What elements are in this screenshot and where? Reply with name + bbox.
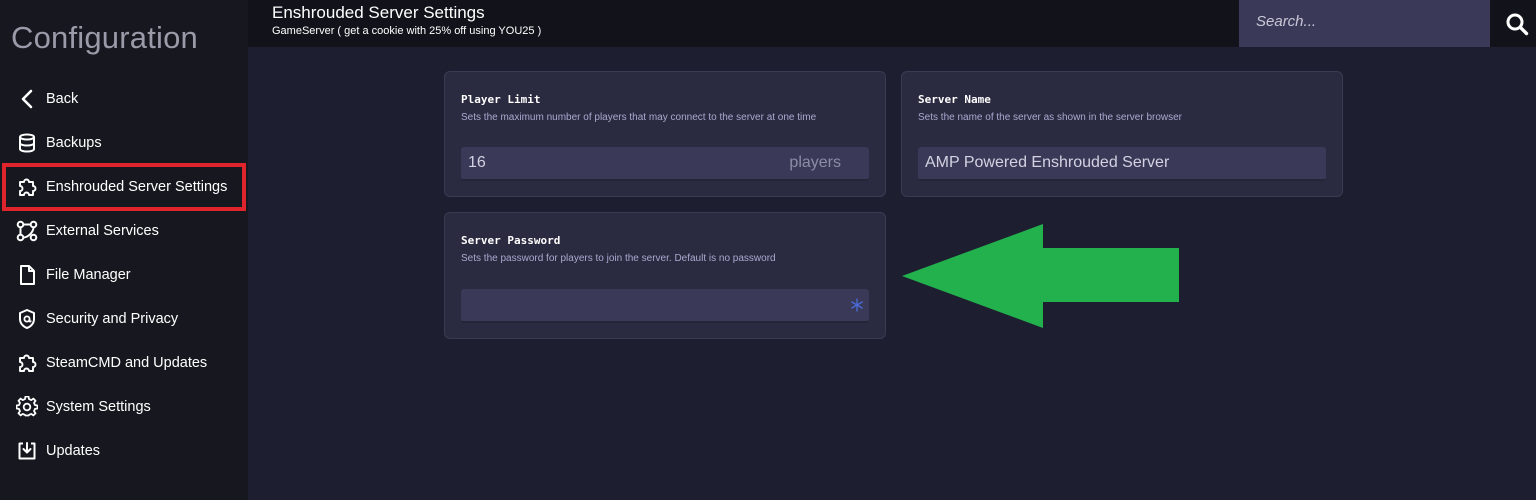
puzzle-icon <box>16 352 38 374</box>
sidebar-item-security-and-privacy[interactable]: Security and Privacy <box>0 297 248 341</box>
sidebar-item-label: Backups <box>46 135 102 151</box>
sidebar-item-label: Security and Privacy <box>46 311 179 327</box>
player-limit-value: 16 <box>468 154 486 171</box>
player-limit-field[interactable]: 16 players <box>461 147 869 181</box>
sidebar-item-backups[interactable]: Backups <box>0 121 248 165</box>
sidebar-item-label: Updates <box>46 443 101 459</box>
search-input[interactable] <box>1256 13 1473 30</box>
search-box <box>1239 0 1490 47</box>
page-title: Enshrouded Server Settings <box>272 3 485 22</box>
sidebar: Configuration Back Backups Enshrouded Se… <box>0 0 248 500</box>
sidebar-title: Configuration <box>11 20 198 55</box>
sidebar-item-label: External Services <box>46 223 159 239</box>
sidebar-item-enshrouded-server-settings[interactable]: Enshrouded Server Settings <box>2 163 246 211</box>
server-name-value: AMP Powered Enshrouded Server <box>925 154 1170 171</box>
app-root: Configuration Back Backups Enshrouded Se… <box>0 0 1536 500</box>
file-icon <box>16 264 38 286</box>
server-password-field[interactable] <box>461 289 869 323</box>
sidebar-item-external-services[interactable]: External Services <box>0 209 248 253</box>
setting-description: Sets the name of the server as shown in … <box>918 112 1183 123</box>
sidebar-item-label: Back <box>46 91 79 107</box>
setting-card-server-password: Server Password Sets the password for pl… <box>444 212 886 339</box>
setting-description: Sets the password for players to join th… <box>461 253 776 264</box>
gear-icon <box>16 396 38 418</box>
sidebar-item-label: File Manager <box>46 267 131 283</box>
git-branch-icon <box>16 220 38 242</box>
download-box-icon <box>16 440 38 462</box>
setting-title: Player Limit <box>461 93 541 106</box>
setting-card-player-limit: Player Limit Sets the maximum number of … <box>444 71 886 197</box>
sidebar-item-file-manager[interactable]: File Manager <box>0 253 248 297</box>
setting-description: Sets the maximum number of players that … <box>461 112 817 123</box>
settings-panel: Player Limit Sets the maximum number of … <box>248 47 1536 500</box>
setting-card-server-name: Server Name Sets the name of the server … <box>901 71 1343 197</box>
sidebar-item-label: System Settings <box>46 399 151 415</box>
search-button[interactable] <box>1498 0 1536 47</box>
sidebar-item-label: SteamCMD and Updates <box>46 355 208 371</box>
setting-title: Server Password <box>461 234 561 247</box>
chevron-left-icon <box>16 88 38 110</box>
search-icon <box>1506 13 1529 35</box>
annotation-arrow <box>902 224 1179 328</box>
shield-icon <box>16 308 38 330</box>
sidebar-item-updates[interactable]: Updates <box>0 429 248 473</box>
player-limit-unit: players <box>789 154 841 171</box>
database-icon <box>16 132 38 154</box>
setting-title: Server Name <box>918 93 991 106</box>
sidebar-item-back[interactable]: Back <box>0 77 248 121</box>
puzzle-icon <box>16 176 38 198</box>
header-bar: Enshrouded Server Settings GameServer ( … <box>248 0 1536 47</box>
page-subtitle: GameServer ( get a cookie with 25% off u… <box>272 25 542 37</box>
sidebar-item-steamcmd-and-updates[interactable]: SteamCMD and Updates <box>0 341 248 385</box>
sidebar-item-system-settings[interactable]: System Settings <box>0 385 248 429</box>
snowflake-icon <box>851 298 863 312</box>
server-name-field[interactable]: AMP Powered Enshrouded Server <box>918 147 1326 181</box>
sidebar-item-label: Enshrouded Server Settings <box>46 179 228 195</box>
